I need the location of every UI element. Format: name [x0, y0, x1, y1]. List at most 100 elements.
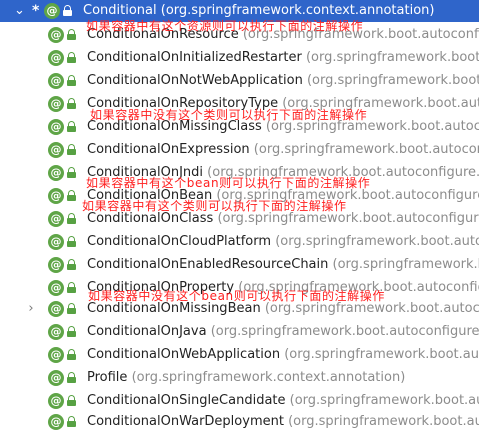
- tree-row[interactable]: @ ConditionalOnEnabledResourceChain (org…: [0, 254, 479, 276]
- annotation-icon: @: [48, 211, 64, 227]
- package-name: (org.springframework.boot.autoconfigure.…: [242, 27, 479, 42]
- chevron-right-icon[interactable]: ›: [26, 301, 36, 317]
- lock-icon: [67, 144, 76, 155]
- annotation-icon: @: [48, 301, 64, 317]
- tree-row-label: ConditionalOnExpression (org.springframe…: [87, 141, 479, 159]
- annotation-icon: @: [48, 119, 64, 135]
- tree-row[interactable]: @ ConditionalOnClass (org.springframewor…: [0, 208, 479, 230]
- tree-row[interactable]: @ ConditionalOnCloudPlatform (org.spring…: [0, 231, 479, 253]
- lock-icon: [67, 259, 76, 270]
- tree-row-label: ConditionalOnInitializedRestarter (org.s…: [87, 49, 479, 67]
- lock-icon: [67, 75, 76, 86]
- tree-row[interactable]: @ ConditionalOnRepositoryType (org.sprin…: [0, 93, 479, 115]
- tree-row-conditional[interactable]: ⌄ * @ Conditional (org.springframework.c…: [0, 0, 479, 22]
- annotation-icon: @: [48, 393, 64, 409]
- type-hierarchy-tree[interactable]: ⌄ * @ Conditional (org.springframework.c…: [0, 0, 479, 433]
- package-name: (org.springframework.boot.autoconfigure.…: [332, 257, 479, 272]
- tree-row[interactable]: @ Profile (org.springframework.context.a…: [0, 367, 479, 389]
- tree-row[interactable]: @ ConditionalOnBean (org.springframework…: [0, 185, 479, 207]
- package-name: (org.springframework.boot.autoconfigure.…: [288, 414, 479, 429]
- class-name: ConditionalOnWebApplication: [87, 347, 281, 362]
- class-name: ConditionalOnExpression: [87, 142, 250, 157]
- class-name: ConditionalOnNotWebApplication: [87, 73, 303, 88]
- class-name: ConditionalOnMissingBean: [87, 301, 261, 316]
- package-name: (org.springframework.context.annotation): [160, 3, 435, 18]
- tree-row-label: ConditionalOnResource (org.springframewo…: [87, 26, 479, 44]
- package-name: (org.springframework.boot.devtools.resta…: [305, 50, 479, 65]
- tree-row-label: Conditional (org.springframework.context…: [83, 2, 434, 20]
- lock-icon: [67, 190, 76, 201]
- class-name: ConditionalOnMissingClass: [87, 119, 262, 134]
- package-name: (org.springframework.context.annotation): [131, 370, 406, 385]
- class-name: ConditionalOnJndi: [87, 165, 204, 180]
- annotation-icon: @: [48, 142, 64, 158]
- annotation-icon: @: [48, 50, 64, 66]
- class-name: ConditionalOnJava: [87, 324, 207, 339]
- tree-row[interactable]: @ ConditionalOnMissingClass (org.springf…: [0, 116, 479, 138]
- lock-icon: [67, 29, 76, 40]
- annotation-icon: @: [48, 165, 64, 181]
- class-name: ConditionalOnEnabledResourceChain: [87, 257, 329, 272]
- tree-row-label: ConditionalOnMissingClass (org.springfra…: [87, 118, 479, 136]
- class-name: ConditionalOnWarDeployment: [87, 414, 284, 429]
- tree-row[interactable]: @ ConditionalOnNotWebApplication (org.sp…: [0, 70, 479, 92]
- class-name: ConditionalOnCloudPlatform: [87, 234, 272, 249]
- tree-row[interactable]: @ ConditionalOnWarDeployment (org.spring…: [0, 411, 479, 433]
- annotation-icon: @: [48, 414, 64, 430]
- tree-row-label: ConditionalOnJava (org.springframework.b…: [87, 323, 479, 341]
- annotation-icon: @: [44, 3, 60, 19]
- tree-row[interactable]: @ ConditionalOnProperty (org.springframe…: [0, 277, 479, 299]
- package-name: (org.springframework.boot.autoconfigure.…: [217, 211, 479, 226]
- class-name: ConditionalOnProperty: [87, 280, 235, 295]
- annotation-icon: @: [48, 96, 64, 112]
- tree-row-expandable[interactable]: › @ ConditionalOnMissingBean (org.spring…: [0, 298, 479, 320]
- class-name: ConditionalOnInitializedRestarter: [87, 50, 302, 65]
- tree-row-label: ConditionalOnBean (org.springframework.b…: [87, 187, 479, 205]
- lock-icon: [67, 213, 76, 224]
- lock-icon: [67, 236, 76, 247]
- tree-row-label: ConditionalOnWebApplication (org.springf…: [87, 346, 479, 364]
- annotation-icon: @: [48, 347, 64, 363]
- lock-icon: [67, 167, 76, 178]
- package-name: (org.springframework.boot.autoconfigure.…: [216, 188, 479, 203]
- package-name: (org.springframework.boot.autoconfigure.…: [282, 96, 479, 111]
- lock-icon: [67, 121, 76, 132]
- package-name: (org.springframework.boot.autoconfigure.…: [265, 119, 479, 134]
- tree-row[interactable]: @ ConditionalOnResource (org.springframe…: [0, 24, 479, 46]
- lock-icon: [67, 349, 76, 360]
- lock-icon: [67, 303, 76, 314]
- annotation-icon: @: [48, 27, 64, 43]
- tree-row[interactable]: @ ConditionalOnJndi (org.springframework…: [0, 162, 479, 184]
- tree-row-label: ConditionalOnClass (org.springframework.…: [87, 210, 479, 228]
- tree-row-label: ConditionalOnNotWebApplication (org.spri…: [87, 72, 479, 90]
- lock-icon: [67, 326, 76, 337]
- package-name: (org.springframework.boot.autoconfigure.…: [238, 280, 479, 295]
- selected-marker: *: [32, 3, 40, 19]
- annotation-icon: @: [48, 73, 64, 89]
- package-name: (org.springframework.boot.autoconfigure.…: [264, 301, 479, 316]
- class-name: Profile: [87, 370, 128, 385]
- tree-row-label: ConditionalOnWarDeployment (org.springfr…: [87, 413, 479, 431]
- annotation-icon: @: [48, 370, 64, 386]
- package-name: (org.springframework.boot.autoconfigure.…: [289, 393, 479, 408]
- lock-icon: [67, 52, 76, 63]
- tree-row[interactable]: @ ConditionalOnExpression (org.springfra…: [0, 139, 479, 161]
- lock-icon: [67, 372, 76, 383]
- class-name: ConditionalOnResource: [87, 27, 239, 42]
- chevron-down-icon[interactable]: ⌄: [14, 3, 25, 19]
- tree-row[interactable]: @ ConditionalOnWebApplication (org.sprin…: [0, 344, 479, 366]
- tree-row[interactable]: @ ConditionalOnJava (org.springframework…: [0, 321, 479, 343]
- package-name: (org.springframework.boot.autoconfigure.…: [306, 73, 479, 88]
- lock-icon: [63, 5, 72, 16]
- annotation-icon: @: [48, 324, 64, 340]
- tree-row[interactable]: @ ConditionalOnInitializedRestarter (org…: [0, 47, 479, 69]
- tree-row-label: Profile (org.springframework.context.ann…: [87, 369, 405, 387]
- package-name: (org.springframework.boot.autoconfigure.…: [207, 165, 479, 180]
- class-name: ConditionalOnRepositoryType: [87, 96, 279, 111]
- class-name: ConditionalOnClass: [87, 211, 214, 226]
- tree-row-label: ConditionalOnEnabledResourceChain (org.s…: [87, 256, 479, 274]
- tree-row[interactable]: @ ConditionalOnSingleCandidate (org.spri…: [0, 390, 479, 412]
- annotation-icon: @: [48, 257, 64, 273]
- package-name: (org.springframework.boot.autoconfigure.…: [284, 347, 479, 362]
- tree-row-label: ConditionalOnProperty (org.springframewo…: [87, 279, 479, 297]
